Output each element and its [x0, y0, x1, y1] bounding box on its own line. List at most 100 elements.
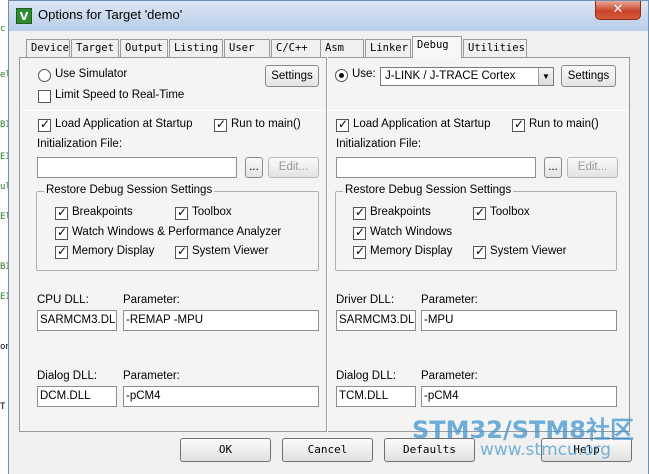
use-debugger-radio[interactable]: [335, 69, 348, 82]
tab-c-cpp[interactable]: C/C++: [271, 39, 321, 57]
tgt-edit-button[interactable]: Edit...: [567, 157, 618, 178]
tab-listing[interactable]: Listing: [169, 39, 223, 57]
driver-dll-label: Driver DLL:: [336, 294, 395, 306]
separator: [328, 110, 628, 111]
debugger-select[interactable]: J-LINK / J-TRACE Cortex ▼: [380, 67, 554, 86]
check-icon: ✓: [177, 205, 188, 219]
sim-run-main-label: Run to main(): [231, 118, 301, 130]
separator: [22, 110, 326, 111]
check-icon: ✓: [355, 244, 366, 258]
check-icon: ✓: [57, 205, 68, 219]
tgt-restore-group-title: Restore Debug Session Settings: [343, 184, 514, 196]
tab-device[interactable]: Device: [26, 39, 70, 57]
check-icon: ✓: [338, 117, 349, 131]
use-debugger-label: Use:: [352, 68, 376, 80]
close-button[interactable]: ✕: [595, 1, 641, 20]
cpu-param-label: Parameter:: [123, 294, 180, 306]
sim-memory-checkbox[interactable]: ✓: [55, 244, 68, 259]
tgt-run-main-label: Run to main(): [529, 118, 599, 130]
tgt-toolbox-label: Toolbox: [490, 206, 530, 218]
check-icon: ✓: [355, 205, 366, 219]
ok-button[interactable]: OK: [180, 438, 271, 462]
check-icon: ✓: [177, 244, 188, 258]
tab-linker[interactable]: Linker: [365, 39, 411, 57]
tgt-sysviewer-checkbox[interactable]: ✓: [473, 244, 486, 259]
simulator-settings-button[interactable]: Settings: [265, 65, 319, 87]
tab-debug[interactable]: Debug: [412, 36, 462, 58]
sim-breakpoints-checkbox[interactable]: ✓: [55, 205, 68, 220]
tgt-memory-checkbox[interactable]: ✓: [353, 244, 366, 259]
sim-toolbox-label: Toolbox: [192, 206, 232, 218]
sim-edit-button[interactable]: Edit...: [268, 157, 319, 178]
tgt-browse-button[interactable]: ...: [544, 157, 562, 178]
cpu-param-input[interactable]: -REMAP -MPU: [123, 310, 319, 331]
check-icon: ✓: [57, 244, 68, 258]
tgt-run-main-checkbox[interactable]: ✓: [512, 117, 525, 132]
use-simulator-radio[interactable]: [38, 69, 51, 82]
tgt-dialog-param-input[interactable]: -pCM4: [421, 386, 617, 407]
debugger-settings-button[interactable]: Settings: [561, 65, 616, 87]
limit-speed-checkbox[interactable]: [38, 90, 51, 103]
check-icon: ✓: [355, 225, 366, 239]
window-title: Options for Target 'demo': [38, 7, 183, 22]
use-simulator-label: Use Simulator: [55, 68, 128, 80]
tgt-breakpoints-label: Breakpoints: [370, 206, 431, 218]
tgt-watch-label: Watch Windows: [370, 226, 453, 238]
radio-dot: [339, 73, 344, 78]
check-icon: ✓: [57, 225, 68, 239]
sim-init-file-input[interactable]: [37, 157, 237, 178]
tab-output[interactable]: Output: [120, 39, 168, 57]
sim-dialog-param-input[interactable]: -pCM4: [123, 386, 319, 407]
cpu-dll-label: CPU DLL:: [37, 294, 89, 306]
tgt-watch-checkbox[interactable]: ✓: [353, 225, 366, 240]
sim-breakpoints-label: Breakpoints: [72, 206, 133, 218]
tgt-dialog-dll-input[interactable]: TCM.DLL: [336, 386, 416, 407]
tab-utilities[interactable]: Utilities: [463, 39, 527, 57]
sim-sysviewer-label: System Viewer: [192, 245, 269, 257]
driver-dll-input[interactable]: SARMCM3.DLL: [336, 310, 416, 331]
sim-toolbox-checkbox[interactable]: ✓: [175, 205, 188, 220]
column-divider-highlight: [327, 57, 328, 432]
sim-dialog-dll-input[interactable]: DCM.DLL: [37, 386, 117, 407]
sim-load-app-label: Load Application at Startup: [55, 118, 193, 130]
tab-asm[interactable]: Asm: [320, 39, 364, 57]
sim-load-app-checkbox[interactable]: ✓: [38, 117, 51, 132]
sim-init-file-label: Initialization File:: [37, 138, 123, 150]
tgt-sysviewer-label: System Viewer: [490, 245, 567, 257]
tgt-load-app-label: Load Application at Startup: [353, 118, 491, 130]
watermark-url: www.stmcu.org: [480, 440, 612, 460]
tab-user[interactable]: User: [224, 39, 270, 57]
check-icon: ✓: [475, 205, 486, 219]
sim-dialog-param-label: Parameter:: [123, 370, 180, 382]
check-icon: ✓: [514, 117, 525, 131]
tgt-dialog-param-label: Parameter:: [421, 370, 478, 382]
sim-dialog-dll-label: Dialog DLL:: [37, 370, 98, 382]
tgt-toolbox-checkbox[interactable]: ✓: [473, 205, 486, 220]
sim-browse-button[interactable]: ...: [245, 157, 263, 178]
tgt-init-file-input[interactable]: [336, 157, 536, 178]
tgt-init-file-label: Initialization File:: [336, 138, 422, 150]
keil-app-icon: V: [16, 8, 32, 24]
sim-watch-label: Watch Windows & Performance Analyzer: [72, 226, 282, 238]
sim-run-main-checkbox[interactable]: ✓: [214, 117, 227, 132]
sim-watch-checkbox[interactable]: ✓: [55, 225, 68, 240]
limit-speed-label: Limit Speed to Real-Time: [55, 89, 185, 101]
cancel-button[interactable]: Cancel: [282, 438, 373, 462]
title-bar[interactable]: V Options for Target 'demo' ✕: [9, 1, 648, 31]
sim-memory-label: Memory Display: [72, 245, 155, 257]
tgt-breakpoints-checkbox[interactable]: ✓: [353, 205, 366, 220]
tab-target[interactable]: Target: [71, 39, 119, 57]
cpu-dll-input[interactable]: SARMCM3.DLL: [37, 310, 117, 331]
driver-param-input[interactable]: -MPU: [421, 310, 617, 331]
sim-restore-group-title: Restore Debug Session Settings: [44, 184, 215, 196]
tgt-dialog-dll-label: Dialog DLL:: [336, 370, 397, 382]
sim-sysviewer-checkbox[interactable]: ✓: [175, 244, 188, 259]
check-icon: ✓: [475, 244, 486, 258]
tgt-memory-label: Memory Display: [370, 245, 453, 257]
chevron-down-icon[interactable]: ▼: [538, 68, 553, 85]
check-icon: ✓: [40, 117, 51, 131]
driver-param-label: Parameter:: [421, 294, 478, 306]
tgt-load-app-checkbox[interactable]: ✓: [336, 117, 349, 132]
check-icon: ✓: [216, 117, 227, 131]
debugger-select-value: J-LINK / J-TRACE Cortex: [385, 70, 516, 82]
